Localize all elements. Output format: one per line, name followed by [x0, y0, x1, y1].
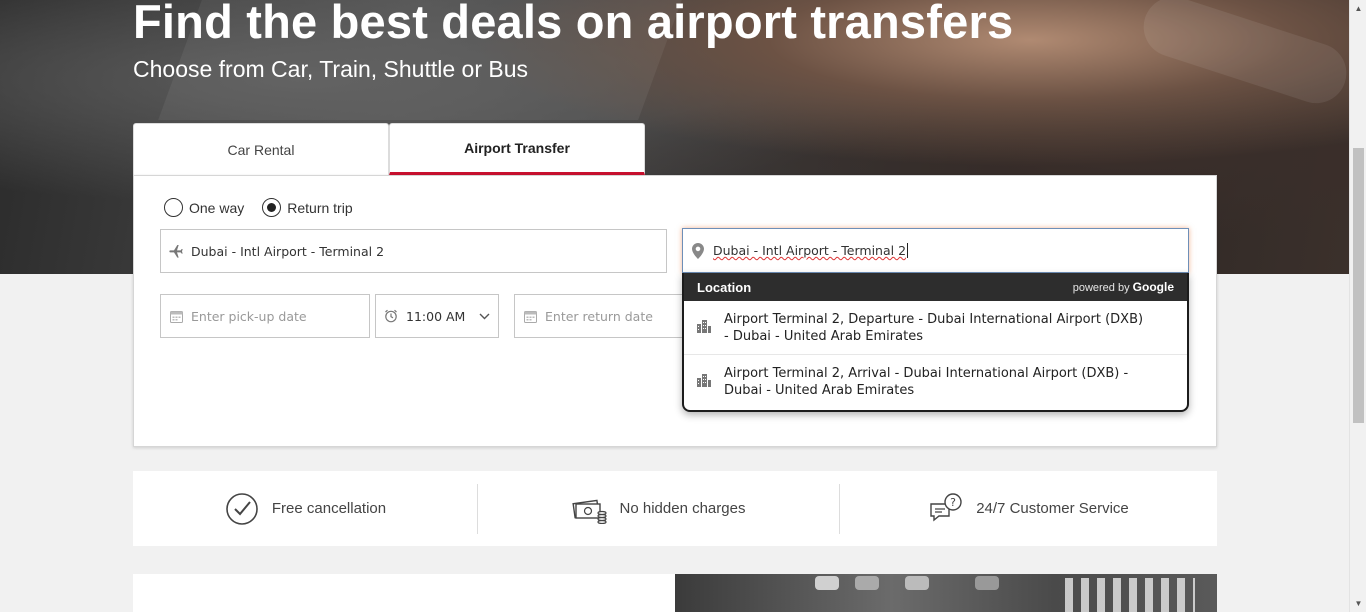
- feature-no-hidden-charges: No hidden charges: [477, 483, 839, 534]
- pickup-date-input[interactable]: Enter pick-up date: [160, 294, 370, 338]
- street-car: [975, 576, 999, 590]
- tab-airport-transfer[interactable]: Airport Transfer: [389, 123, 645, 175]
- hero-highlight: [1135, 0, 1349, 111]
- option-line-2: - Dubai - United Arab Emirates: [724, 328, 923, 344]
- chat-help-icon: ?: [928, 491, 964, 527]
- feature-label: Free cancellation: [271, 500, 387, 517]
- pickup-time-select[interactable]: 11:00 AM: [375, 294, 499, 338]
- zebra-crossing: [1065, 578, 1195, 612]
- powered-by-text: powered by: [1072, 282, 1130, 294]
- return-date-placeholder: Enter return date: [545, 308, 653, 324]
- check-circle-icon: [224, 491, 260, 527]
- dropoff-location-input[interactable]: Dubai - Intl Airport - Terminal 2: [682, 228, 1189, 273]
- alarm-clock-icon: [376, 309, 406, 323]
- option-line-1: Airport Terminal 2, Arrival - Dubai Inte…: [724, 366, 1129, 381]
- return-trip-label[interactable]: Return trip: [287, 200, 352, 216]
- text-cursor: [907, 243, 909, 258]
- calendar-icon: [161, 310, 191, 323]
- feature-label: 24/7 Customer Service: [976, 500, 1129, 517]
- street-car: [905, 576, 929, 590]
- feature-customer-service: ? 24/7 Customer Service: [839, 483, 1217, 534]
- one-way-label[interactable]: One way: [189, 200, 244, 216]
- option-line-2: Dubai - United Arab Emirates: [724, 383, 915, 398]
- autocomplete-option[interactable]: Airport Terminal 2, Arrival - Dubai Inte…: [684, 355, 1187, 409]
- promo-text-panel: [133, 574, 675, 612]
- return-trip-radio[interactable]: [262, 198, 282, 217]
- pickup-location-value: Dubai - Intl Airport - Terminal 2: [191, 243, 385, 259]
- tab-car-rental[interactable]: Car Rental: [133, 123, 389, 175]
- page-scrollbar[interactable]: ▲ ▼: [1349, 0, 1366, 612]
- return-date-input[interactable]: Enter return date: [514, 294, 684, 338]
- feature-free-cancellation: Free cancellation: [133, 484, 477, 534]
- money-icon: [571, 491, 608, 527]
- svg-text:?: ?: [950, 496, 956, 509]
- features-strip: Free cancellation No hidden charges ? 24…: [133, 471, 1217, 546]
- building-icon: [696, 372, 724, 392]
- hero-subtitle: Choose from Car, Train, Shuttle or Bus: [133, 56, 529, 82]
- scrollbar-thumb[interactable]: [1353, 148, 1364, 423]
- plane-icon: [161, 243, 191, 259]
- search-tabs: Car Rental Airport Transfer: [133, 123, 645, 175]
- feature-label: No hidden charges: [619, 500, 746, 517]
- autocomplete-option-text: Airport Terminal 2, Departure - Dubai In…: [724, 311, 1143, 345]
- scroll-down-arrow-icon[interactable]: ▼: [1350, 595, 1366, 612]
- calendar-icon: [515, 310, 545, 323]
- google-logo: Google: [1132, 280, 1174, 294]
- pickup-time-value: 11:00 AM: [406, 308, 466, 324]
- autocomplete-option-text: Airport Terminal 2, Arrival - Dubai Inte…: [724, 365, 1128, 399]
- promo-street-image: [675, 574, 1217, 612]
- autocomplete-header: Location powered by Google: [684, 273, 1187, 301]
- building-icon: [696, 318, 724, 338]
- pickup-date-placeholder: Enter pick-up date: [191, 308, 307, 324]
- location-pin-icon: [683, 242, 713, 259]
- autocomplete-option[interactable]: Airport Terminal 2, Departure - Dubai In…: [684, 301, 1187, 355]
- street-car: [855, 576, 879, 590]
- scroll-up-arrow-icon[interactable]: ▲: [1350, 0, 1366, 17]
- pickup-location-input[interactable]: Dubai - Intl Airport - Terminal 2: [160, 229, 667, 273]
- radio-selected-dot: [267, 203, 277, 212]
- location-autocomplete-dropdown: Location powered by Google Airport Termi…: [682, 273, 1189, 412]
- one-way-radio[interactable]: [164, 198, 183, 217]
- autocomplete-header-label: Location: [697, 279, 752, 295]
- hero-title: Find the best deals on airport transfers: [133, 0, 1014, 48]
- chevron-down-icon: [479, 309, 490, 323]
- option-line-1: Airport Terminal 2, Departure - Dubai In…: [724, 311, 1144, 327]
- dropoff-location-value: Dubai - Intl Airport - Terminal 2: [713, 243, 907, 258]
- powered-by-google: powered by Google: [1073, 280, 1174, 294]
- street-car: [815, 576, 839, 590]
- trip-type-selector: One way Return trip: [164, 198, 365, 217]
